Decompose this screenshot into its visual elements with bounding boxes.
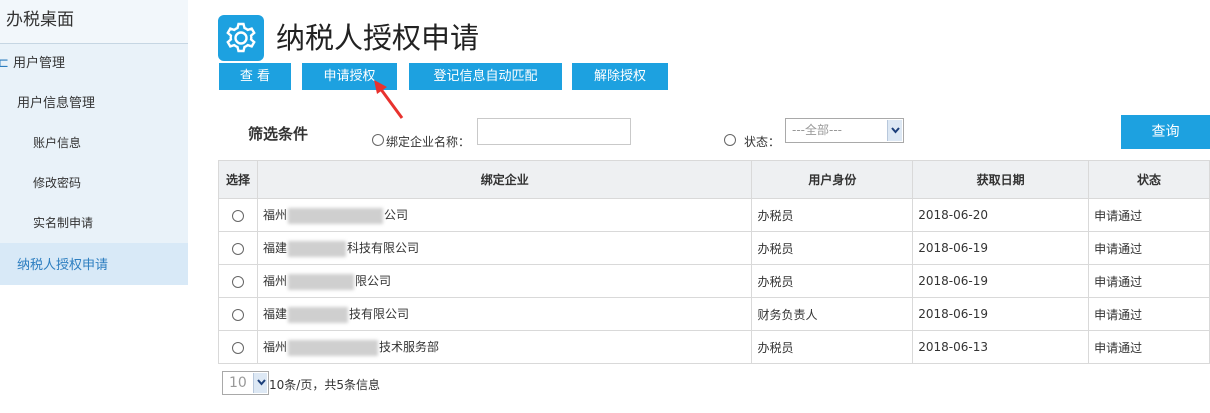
page-title: 纳税人授权申请 xyxy=(276,21,480,55)
view-button[interactable]: 查 看 xyxy=(219,63,291,90)
row-select-radio[interactable] xyxy=(231,341,244,354)
date-cell: 2018-06-19 xyxy=(912,297,1090,331)
revoke-authorization-button[interactable]: 解除授权 xyxy=(572,63,668,90)
company-filter-label: 绑定企业名称： xyxy=(386,135,471,149)
sidebar-subgroup-user-info[interactable]: 用户信息管理 xyxy=(17,93,95,115)
redacted-block xyxy=(287,339,378,356)
status-cell: 申请通过 xyxy=(1088,330,1210,364)
sidebar-item-change-password[interactable]: 修改密码 xyxy=(33,174,81,192)
status-cell: 申请通过 xyxy=(1088,231,1210,265)
sidebar-item-label: 纳税人授权申请 xyxy=(17,258,109,273)
status-select-value: ---全部--- xyxy=(792,123,842,137)
row-select-radio[interactable] xyxy=(231,308,244,321)
company-name-prefix: 福州 xyxy=(262,274,287,289)
status-cell: 申请通过 xyxy=(1088,264,1210,298)
column-header-role: 用户身份 xyxy=(751,160,914,199)
company-cell: 福州 公司 xyxy=(256,198,753,232)
table-row[interactable]: 福建 技有限公司 财务负责人 2018-06-19 申请通过 xyxy=(218,297,1210,331)
company-filter-radio[interactable] xyxy=(372,134,384,146)
table-row[interactable]: 福州 技术服务部 办税员 2018-06-13 申请通过 xyxy=(218,330,1210,364)
row-select-radio[interactable] xyxy=(231,242,244,255)
sidebar-group-label: 用户管理 xyxy=(13,56,66,71)
column-header-company: 绑定企业 xyxy=(256,160,753,199)
page-logo xyxy=(218,15,264,61)
company-name-suffix: 限公司 xyxy=(354,274,391,289)
status-filter-label: 状态： xyxy=(744,135,781,149)
row-select-radio[interactable] xyxy=(231,209,244,222)
table-row[interactable]: 福州 公司 办税员 2018-06-20 申请通过 xyxy=(218,198,1210,232)
company-cell: 福建 科技有限公司 xyxy=(256,231,753,265)
redacted-block xyxy=(287,273,354,290)
table-row[interactable]: 福建 科技有限公司 办税员 2018-06-19 申请通过 xyxy=(218,231,1210,265)
column-header-date: 获取日期 xyxy=(912,160,1090,199)
role-cell: 办税员 xyxy=(751,330,914,364)
company-name-suffix: 科技有限公司 xyxy=(346,241,419,256)
query-button[interactable]: 查询 xyxy=(1121,115,1210,149)
collapse-caret-icon: ⊏ xyxy=(0,56,9,71)
status-cell: 申请通过 xyxy=(1088,198,1210,232)
role-cell: 办税员 xyxy=(751,264,914,298)
date-cell: 2018-06-13 xyxy=(912,330,1090,364)
column-header-select: 选择 xyxy=(218,160,258,199)
role-cell: 财务负责人 xyxy=(751,297,914,331)
company-name-suffix: 公司 xyxy=(383,208,408,223)
column-header-status: 状态 xyxy=(1088,160,1210,199)
role-cell: 办税员 xyxy=(751,198,914,232)
company-cell: 福州 限公司 xyxy=(256,264,753,298)
company-name-prefix: 福州 xyxy=(262,340,287,355)
sidebar-item-account-info[interactable]: 账户信息 xyxy=(33,134,81,152)
page-size-value: 10 xyxy=(229,375,247,391)
status-cell: 申请通过 xyxy=(1088,297,1210,331)
sidebar-item-real-name[interactable]: 实名制申请 xyxy=(33,214,93,232)
sidebar-blank xyxy=(0,285,188,413)
sidebar-item-taxpayer-auth[interactable]: 纳税人授权申请 xyxy=(0,243,188,285)
annotation-arrow-icon xyxy=(374,80,404,119)
filter-label: 筛选条件 xyxy=(248,125,309,143)
company-name-input[interactable] xyxy=(477,118,631,145)
company-name-suffix: 技有限公司 xyxy=(348,307,409,322)
chevron-down-icon xyxy=(887,120,902,141)
role-cell: 办税员 xyxy=(751,231,914,265)
table-row[interactable]: 福州 限公司 办税员 2018-06-19 申请通过 xyxy=(218,264,1210,298)
sidebar: 办税桌面 ⊏ 用户管理 用户信息管理 账户信息 修改密码 实名制申请 纳税人授权… xyxy=(0,0,188,413)
sidebar-group-user-management[interactable]: ⊏ 用户管理 xyxy=(0,52,188,76)
company-name-prefix: 福建 xyxy=(262,307,287,322)
company-cell: 福州 技术服务部 xyxy=(256,330,753,364)
gear-icon xyxy=(226,22,256,53)
page-size-select[interactable]: 10 xyxy=(222,371,269,395)
status-filter-radio[interactable] xyxy=(724,134,736,146)
redacted-block xyxy=(287,306,348,323)
date-cell: 2018-06-19 xyxy=(912,264,1090,298)
redacted-block xyxy=(287,207,383,224)
authorization-table: 选择 绑定企业 用户身份 获取日期 状态 福州 公司 办税员 2018-06-20… xyxy=(218,160,1210,364)
date-cell: 2018-06-19 xyxy=(912,231,1090,265)
row-select-radio[interactable] xyxy=(231,275,244,288)
sidebar-title: 办税桌面 xyxy=(0,0,188,44)
pager-summary: 10条/页，共5条信息 xyxy=(269,378,380,392)
company-name-suffix: 技术服务部 xyxy=(378,340,439,355)
company-cell: 福建 技有限公司 xyxy=(256,297,753,331)
redacted-block xyxy=(287,240,346,257)
date-cell: 2018-06-20 xyxy=(912,198,1090,232)
chevron-down-icon xyxy=(253,373,267,393)
table-header-row: 选择 绑定企业 用户身份 获取日期 状态 xyxy=(218,160,1210,199)
company-name-prefix: 福州 xyxy=(262,208,287,223)
status-select[interactable]: ---全部--- xyxy=(785,118,904,143)
auto-match-button[interactable]: 登记信息自动匹配 xyxy=(409,63,562,90)
company-name-prefix: 福建 xyxy=(262,241,287,256)
